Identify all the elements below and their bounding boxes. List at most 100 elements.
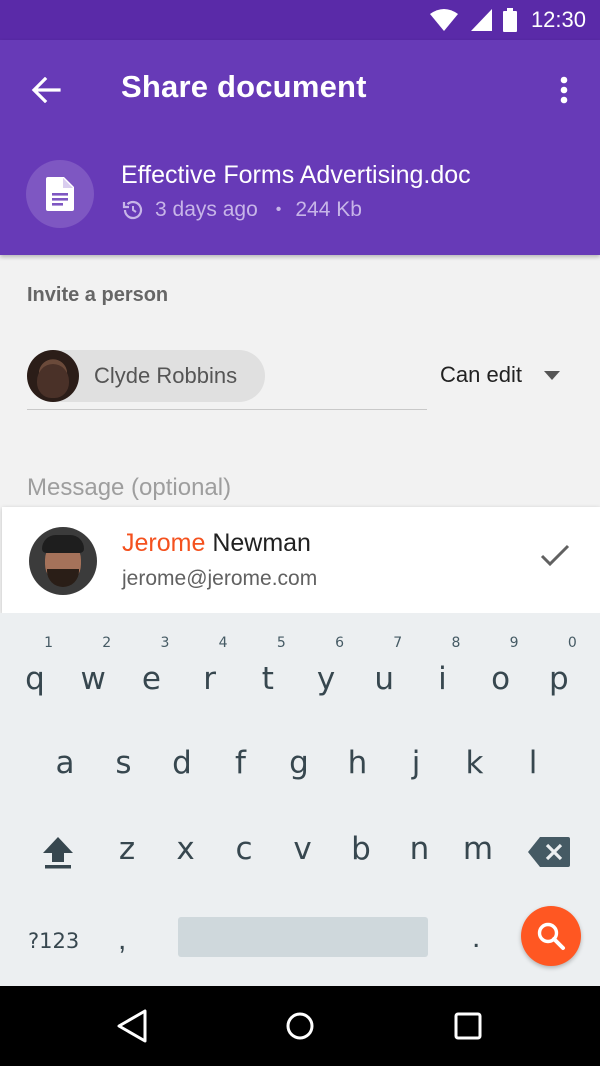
- key-e[interactable]: e3: [129, 635, 173, 697]
- comma-key[interactable]: ,: [118, 923, 126, 957]
- key-hint: 1: [44, 635, 53, 651]
- status-bar: 12:30: [0, 0, 600, 40]
- status-icons: 12:30: [429, 7, 586, 33]
- keyboard: q1w2e3r4t5y6u7i8o9p0 asdfghjkl zxcvbnm ?…: [0, 613, 600, 986]
- wifi-icon: [429, 9, 458, 31]
- check-icon[interactable]: [540, 544, 570, 568]
- key-q[interactable]: q1: [13, 635, 57, 697]
- key-label: m: [462, 831, 494, 867]
- key-label: y: [316, 661, 336, 697]
- key-label: f: [235, 745, 246, 781]
- nav-back-button[interactable]: [112, 1006, 152, 1046]
- nav-recents-button[interactable]: [448, 1006, 488, 1046]
- key-label: r: [203, 661, 216, 697]
- key-d[interactable]: d: [160, 745, 204, 781]
- avatar: [27, 350, 79, 402]
- key-label: s: [115, 745, 132, 781]
- key-label: z: [118, 831, 136, 867]
- key-hint: 4: [218, 635, 228, 651]
- avatar: [29, 527, 97, 595]
- key-hint: 6: [335, 635, 344, 651]
- document-avatar: [26, 160, 94, 228]
- message-field[interactable]: Message (optional): [27, 474, 231, 502]
- key-j[interactable]: j: [394, 745, 438, 781]
- key-label: e: [141, 661, 161, 697]
- key-label: j: [411, 745, 421, 781]
- key-o[interactable]: o9: [479, 635, 523, 697]
- key-w[interactable]: w2: [71, 635, 115, 697]
- key-c[interactable]: c: [222, 831, 266, 867]
- key-label: l: [528, 745, 538, 781]
- suggestion-email: jerome@jerome.com: [122, 567, 318, 590]
- invite-label: Invite a person: [27, 284, 169, 306]
- nav-recents-icon: [454, 1012, 482, 1040]
- backspace-icon: [528, 837, 570, 867]
- key-g[interactable]: g: [277, 745, 321, 781]
- recipient-chip-name: Clyde Robbins: [94, 363, 238, 388]
- more-vert-icon: [560, 76, 568, 104]
- key-label: k: [465, 745, 484, 781]
- document-meta: 3 days ago • 244 Kb: [121, 198, 362, 222]
- key-x[interactable]: x: [164, 831, 208, 867]
- meta-separator: •: [275, 201, 282, 218]
- more-options-button[interactable]: [540, 66, 588, 114]
- space-bar[interactable]: [178, 917, 428, 957]
- key-label: q: [25, 661, 45, 697]
- key-label: h: [347, 745, 368, 781]
- key-label: w: [80, 661, 106, 697]
- backspace-key[interactable]: [528, 837, 570, 872]
- key-z[interactable]: z: [105, 831, 149, 867]
- back-button[interactable]: [22, 66, 70, 114]
- app-bar: Share document Effective Forms Advertisi…: [0, 40, 600, 255]
- key-y[interactable]: y6: [304, 635, 348, 697]
- page-title: Share document: [121, 69, 367, 104]
- key-t[interactable]: t5: [246, 635, 290, 697]
- key-hint: 0: [567, 635, 577, 651]
- key-u[interactable]: u7: [362, 635, 406, 697]
- key-n[interactable]: n: [398, 831, 442, 867]
- shift-key[interactable]: [42, 835, 74, 874]
- key-label: g: [289, 745, 309, 781]
- key-l[interactable]: l: [511, 745, 555, 781]
- permission-dropdown[interactable]: Can edit: [440, 362, 560, 388]
- key-label: n: [409, 831, 430, 867]
- document-size: 244 Kb: [295, 198, 362, 221]
- key-a[interactable]: a: [43, 745, 87, 781]
- key-v[interactable]: v: [281, 831, 325, 867]
- back-arrow-icon: [31, 77, 61, 103]
- suggestion-name-match: Jerome: [122, 529, 206, 557]
- key-label: i: [438, 661, 447, 697]
- key-r[interactable]: r4: [188, 635, 232, 697]
- battery-icon: [502, 8, 517, 32]
- key-k[interactable]: k: [453, 745, 497, 781]
- nav-home-button[interactable]: [280, 1006, 320, 1046]
- key-label: c: [235, 831, 253, 867]
- key-i[interactable]: i8: [420, 635, 464, 697]
- contact-suggestion[interactable]: Jerome Newman jerome@jerome.com: [2, 507, 600, 613]
- document-modified: 3 days ago: [155, 198, 258, 221]
- status-time: 12:30: [530, 7, 586, 32]
- period-key[interactable]: .: [472, 921, 480, 955]
- key-h[interactable]: h: [336, 745, 380, 781]
- nav-back-icon: [117, 1009, 147, 1043]
- key-s[interactable]: s: [102, 745, 146, 781]
- key-f[interactable]: f: [219, 745, 263, 781]
- key-hint: 2: [102, 635, 112, 651]
- key-label: x: [176, 831, 195, 867]
- key-hint: 8: [451, 635, 461, 651]
- suggestion-name: Jerome Newman: [122, 529, 311, 558]
- key-hint: 5: [276, 635, 286, 651]
- symbols-key[interactable]: ?123: [28, 929, 79, 953]
- key-b[interactable]: b: [339, 831, 383, 867]
- invite-field-underline: [27, 409, 427, 410]
- signal-icon: [470, 9, 492, 31]
- key-m[interactable]: m: [456, 831, 500, 867]
- key-label: p: [548, 661, 569, 697]
- permission-value: Can edit: [440, 362, 522, 387]
- key-label: d: [172, 745, 192, 781]
- key-p[interactable]: p0: [537, 635, 581, 697]
- key-label: a: [55, 745, 75, 781]
- key-label: b: [351, 831, 371, 867]
- recipient-chip[interactable]: Clyde Robbins: [27, 350, 265, 402]
- search-button[interactable]: [521, 906, 581, 966]
